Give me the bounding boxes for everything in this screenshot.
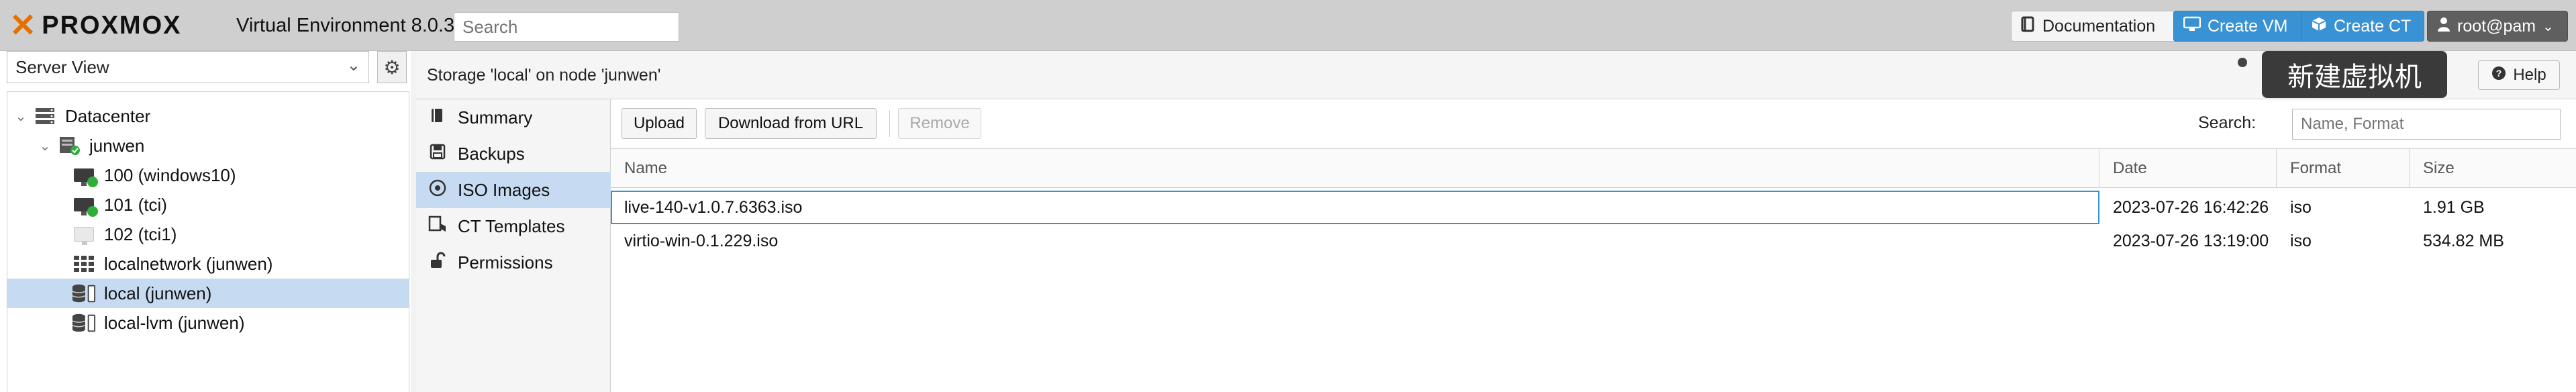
toolbar: Upload Download from URL Remove Search: [611,99,2576,149]
storage-icon [72,313,96,333]
vm-running-icon [72,165,98,187]
help-button[interactable]: ? Help [2478,60,2560,90]
column-header-name[interactable]: Name [611,149,2099,188]
desktop-icon [2183,16,2201,37]
download-from-url-button[interactable]: Download from URL [705,108,877,139]
cell-name: virtio-win-0.1.229.iso [624,231,779,250]
nav-item-summary[interactable]: Summary [416,99,611,136]
global-search-input[interactable] [454,12,679,42]
tree-item-label: Datacenter [65,105,151,126]
gear-icon[interactable]: ⚙ [377,51,407,83]
tooltip: 新建虚拟机 [2262,51,2447,98]
iso-images-panel: Upload Download from URL Remove Search: … [611,99,2576,392]
nav-item-label: ISO Images [458,179,550,200]
cell-date: 2023-07-26 16:42:26 [2113,197,2269,217]
cell-name: live-140-v1.0.7.6363.iso [611,191,2099,224]
help-icon: ? [2491,66,2506,85]
user-menu-button[interactable]: root@pam ⌄ [2427,11,2568,42]
logo-text: PROXMOX [42,11,182,40]
filter-search-input[interactable] [2292,109,2561,140]
user-label: root@pam [2457,16,2536,36]
page-title: Storage 'local' on node 'junwen' [427,66,661,85]
create-ct-button[interactable]: Create CT [2301,11,2424,42]
view-selector-value: Server View [15,57,109,77]
node-icon [57,136,81,156]
tree-item-label: junwen [89,135,145,156]
column-header-size[interactable]: Size [2410,149,2576,188]
nav-item-label: Summary [458,107,533,128]
column-header-format[interactable]: Format [2277,149,2410,188]
storage-icon [72,283,96,303]
floppy-icon [428,144,447,164]
tree-item-vm-102[interactable]: 102 (tci1) [7,219,409,249]
remove-button[interactable]: Remove [898,108,981,139]
cell-date: 2023-07-26 13:19:00 [2113,231,2269,250]
nav-item-backups[interactable]: Backups [416,136,611,172]
proxmox-logo[interactable]: ✕ PROXMOX [9,7,181,44]
cell-size: 534.82 MB [2423,231,2504,250]
disc-icon [428,179,447,201]
documentation-button[interactable]: Documentation [2011,11,2176,42]
storage-subnav: Summary Backups ISO Images CT Templates … [416,99,611,392]
create-vm-button[interactable]: Create VM [2173,11,2305,42]
version-label: Virtual Environment 8.0.3 [236,15,455,36]
svg-text:?: ? [2496,68,2502,79]
create-ct-label: Create CT [2334,16,2412,36]
cell-format: iso [2290,231,2312,250]
collapse-icon[interactable]: ⌄ [38,138,52,154]
network-icon [72,254,96,274]
indicator-dot [2238,58,2247,67]
view-selector[interactable]: Server View ⌄ [7,51,369,83]
search-label: Search: [2198,113,2257,132]
nav-item-label: Permissions [458,252,553,273]
nav-item-permissions[interactable]: Permissions [416,244,611,281]
template-icon [428,215,447,238]
tree-item-label: local (junwen) [104,283,212,303]
book-icon [428,107,447,128]
resource-tree: ⌄ Datacenter ⌄ junwen 100 (windows10) 10… [7,91,409,392]
cell-format: iso [2290,197,2312,217]
upload-button[interactable]: Upload [622,108,697,139]
content-panel: Storage 'local' on node 'junwen' 新建虚拟机 ?… [416,51,2576,392]
chevron-down-icon: ⌄ [2542,19,2554,34]
create-vm-label: Create VM [2208,16,2288,36]
content-header: Storage 'local' on node 'junwen' 新建虚拟机 ?… [416,51,2576,99]
nav-item-label: Backups [458,143,525,164]
resource-tree-panel: Server View ⌄ ⚙ ⌄ Datacenter ⌄ junwen 10… [0,51,411,392]
table-header: Name Date Format Size [611,149,2576,188]
tree-item-label: 102 (tci1) [104,224,177,244]
nav-item-label: CT Templates [458,215,565,236]
tree-item-vm-100[interactable]: 100 (windows10) [7,160,409,190]
help-label: Help [2513,66,2546,84]
tree-item-storage-local[interactable]: local (junwen) [7,279,409,308]
table-row[interactable]: live-140-v1.0.7.6363.iso 2023-07-26 16:4… [611,191,2576,224]
nav-item-ct-templates[interactable]: CT Templates [416,208,611,244]
vm-running-icon [72,195,98,217]
documentation-label: Documentation [2042,16,2156,36]
tree-item-storage-local-lvm[interactable]: local-lvm (junwen) [7,308,409,338]
tree-item-datacenter[interactable]: ⌄ Datacenter [7,101,409,131]
tree-item-node-junwen[interactable]: ⌄ junwen [7,131,409,160]
vm-stopped-icon [72,224,96,245]
tree-item-label: localnetwork (junwen) [104,253,273,274]
nav-item-iso-images[interactable]: ISO Images [416,172,611,208]
tree-item-label: 101 (tci) [104,194,167,215]
table-row[interactable]: virtio-win-0.1.229.iso 2023-07-26 13:19:… [611,224,2576,258]
datacenter-icon [33,106,57,126]
cell-size: 1.91 GB [2423,197,2485,217]
proxmox-x-icon: ✕ [9,8,38,44]
toolbar-separator [889,110,890,137]
tree-item-label: 100 (windows10) [104,164,236,185]
collapse-icon[interactable]: ⌄ [14,108,28,125]
cube-icon [2311,16,2327,37]
unlock-icon [428,252,447,274]
chevron-down-icon: ⌄ [346,56,360,75]
top-bar: ✕ PROXMOX Virtual Environment 8.0.3 Docu… [0,0,2576,51]
book-icon [2021,16,2036,37]
tree-item-vm-101[interactable]: 101 (tci) [7,190,409,219]
tree-item-localnetwork[interactable]: localnetwork (junwen) [7,249,409,279]
tree-item-label: local-lvm (junwen) [104,312,245,333]
user-icon [2437,16,2450,37]
column-header-date[interactable]: Date [2099,149,2277,188]
